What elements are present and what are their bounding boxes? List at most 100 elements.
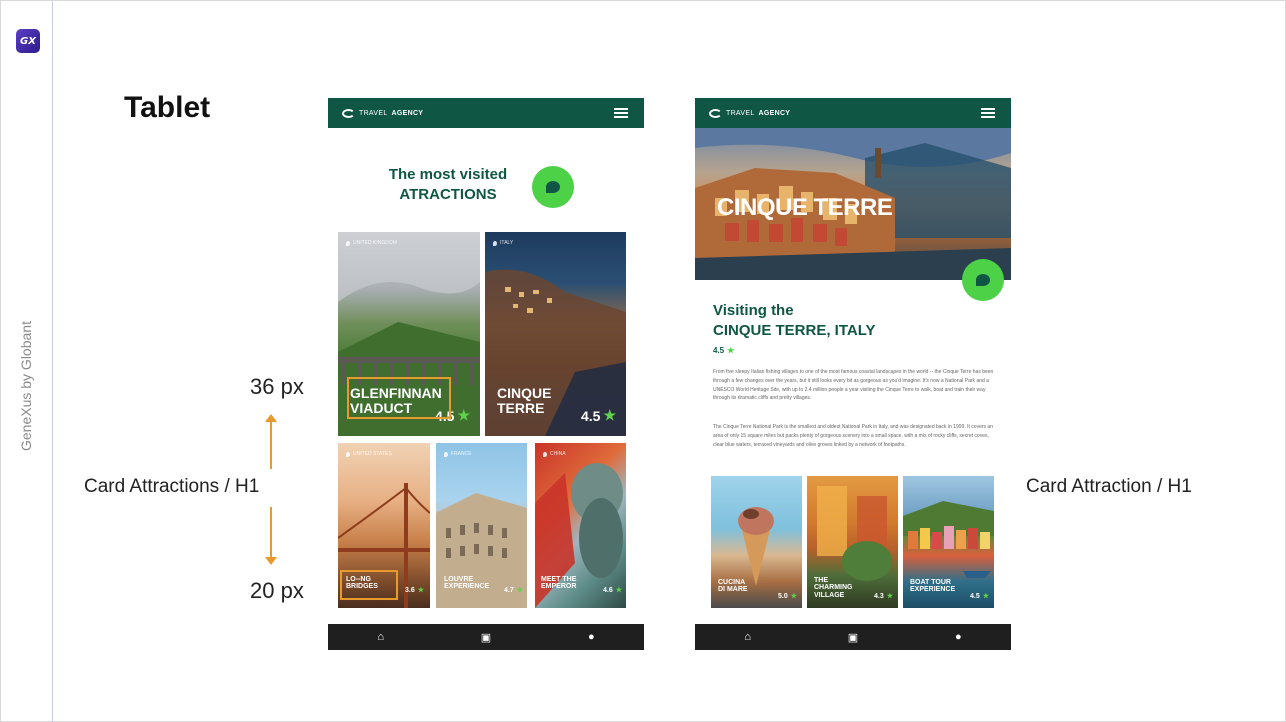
card-title-line3: VILLAGE [814,591,845,599]
card-title-line1: CINQUE [497,385,552,401]
bottom-nav-bar: ⌂ ▣ ● [328,624,644,650]
card-title: THE CHARMING VILLAGE [814,577,853,599]
rating-value: 4.6 [602,586,613,594]
top-app-bar: TRAVEL AGENCY [328,98,644,128]
rating-value: 4.5 [580,407,601,424]
rating-value: 4.5 [713,346,725,355]
profile-icon[interactable]: ● [948,631,968,643]
calendar-icon[interactable]: ▣ [843,631,863,644]
dimension-line-top [270,421,272,469]
card-louvre[interactable]: FRANCE LOUVRE EXPERIENCE 4.7 ★ [436,443,527,608]
description-paragraph-2: The Cinque Terre National Park is the sm… [713,424,993,448]
star-icon: ★ [417,587,424,594]
chat-icon [976,274,990,286]
hero-title: CINQUE TERRE [717,194,893,221]
h1-size-highlight-small [340,570,398,600]
card-title-line2: CHARMING [814,584,853,592]
card-title-line1: MEET THE [541,576,577,583]
page-headline: The most visited ATRACTIONS [368,165,528,205]
card-title: BOAT TOUR EXPERIENCE [910,579,955,594]
travel-agency-logo[interactable]: TRAVEL AGENCY [709,108,791,118]
arrow-down-icon [265,557,277,565]
card-title: MEET THE EMPEROR [541,576,576,591]
location-tag: ITALY [493,240,513,246]
card-title-line2: DI MARE [718,586,748,594]
card-title-line2: EMPEROR [541,583,577,591]
card-title-line1: CUCINA [718,579,746,586]
card-title-line1: LOUVRE [444,576,474,583]
card-cinque-terre[interactable]: ITALY CINQUE TERRE 4.5 ★ [485,232,626,436]
detail-heading-line1: Visiting the [713,302,794,319]
card-title-line1: BOAT TOUR [910,579,951,586]
headline-line1: The most visited [388,166,508,183]
headline-line2: ATRACTIONS [399,186,497,203]
star-icon: ★ [516,587,523,594]
rating-value: 4.7 [503,586,514,594]
chat-button[interactable] [532,166,574,208]
star-icon: ★ [727,346,735,355]
home-icon[interactable]: ⌂ [738,631,758,643]
card-title-line2: EXPERIENCE [444,583,490,591]
card-title-line2: EXPERIENCE [910,586,956,594]
star-icon: ★ [982,593,989,600]
tablet-home-screen: TRAVEL AGENCY The most visited ATRACTIONS… [328,98,644,650]
menu-icon[interactable] [981,108,995,118]
card-rating: 4.5 ★ [969,592,989,601]
card-rating: 4.5 ★ [581,407,616,424]
star-icon: ★ [886,593,893,600]
side-brand-text: GeneXus by Globant [18,321,34,451]
h1-size-highlight [347,377,451,419]
tablet-detail-screen: TRAVEL AGENCY CINQUE TERRE Visiting the … [695,98,1011,650]
brand-bold-text: AGENCY [758,109,791,117]
sidebar: GX GeneXus by Globant [1,1,53,722]
star-icon: ★ [615,587,622,594]
travel-agency-logo[interactable]: TRAVEL AGENCY [342,108,424,118]
card-rating: 4.3 ★ [873,592,893,601]
home-icon[interactable]: ⌂ [371,631,391,643]
location-tag: CHINA [543,451,566,457]
slide: GX GeneXus by Globant Tablet 36 px Card … [0,0,1286,722]
card-cucina-di-mare[interactable]: CUCINA DI MARE 5.0 ★ [711,476,802,608]
menu-icon[interactable] [614,108,628,118]
card-title: LOUVRE EXPERIENCE [444,576,489,591]
brand-light-text: TRAVEL [726,109,755,117]
globe-icon [342,108,355,118]
card-rating: 4.7 ★ [503,586,523,595]
bottom-nav-bar: ⌂ ▣ ● [695,624,1011,650]
profile-icon[interactable]: ● [581,631,601,643]
card-title-line1: THE [814,577,828,584]
dimension-line-bottom [270,507,272,557]
star-icon: ★ [457,407,470,423]
calendar-icon[interactable]: ▣ [476,631,496,644]
label-20px: 20 px [250,578,304,603]
star-icon: ★ [790,593,797,600]
card-emperor[interactable]: CHINA MEET THE EMPEROR 4.6 ★ [535,443,626,608]
brand-light-text: TRAVEL [359,109,388,117]
hero-image: CINQUE TERRE [695,128,1011,280]
card-boat-tour[interactable]: BOAT TOUR EXPERIENCE 4.5 ★ [903,476,994,608]
label-36px: 36 px [250,374,304,399]
rating-value: 4.5 [969,592,980,600]
detail-heading: Visiting the CINQUE TERRE, ITALY [713,301,876,341]
chat-button[interactable] [962,259,1004,301]
card-title-line2: TERRE [497,399,545,416]
globe-icon [709,108,722,118]
card-rating: 4.6 ★ [602,586,622,595]
card-charming-village[interactable]: THE CHARMING VILLAGE 4.3 ★ [807,476,898,608]
slide-title: Tablet [124,91,211,124]
card-title: CINQUE TERRE [497,386,551,415]
star-icon: ★ [603,407,616,423]
location-tag: UNITED STATES [346,451,392,457]
rating-value: 5.0 [777,592,788,600]
detail-heading-line2: CINQUE TERRE, ITALY [713,322,876,339]
brand-bold-text: AGENCY [391,109,424,117]
description-paragraph-1: From five sleepy Italian fishing village… [713,369,994,402]
detail-rating: 4.5 ★ [713,346,734,355]
location-tag: FRANCE [444,451,472,457]
caption-card-attractions: Card Attractions / H1 [84,476,260,497]
genexus-logo: GX [16,29,40,53]
top-app-bar: TRAVEL AGENCY [695,98,1011,128]
rating-value: 4.3 [873,592,884,600]
rating-value: 3.6 [404,586,415,594]
location-tag: UNITED KINGDOM [346,240,397,246]
